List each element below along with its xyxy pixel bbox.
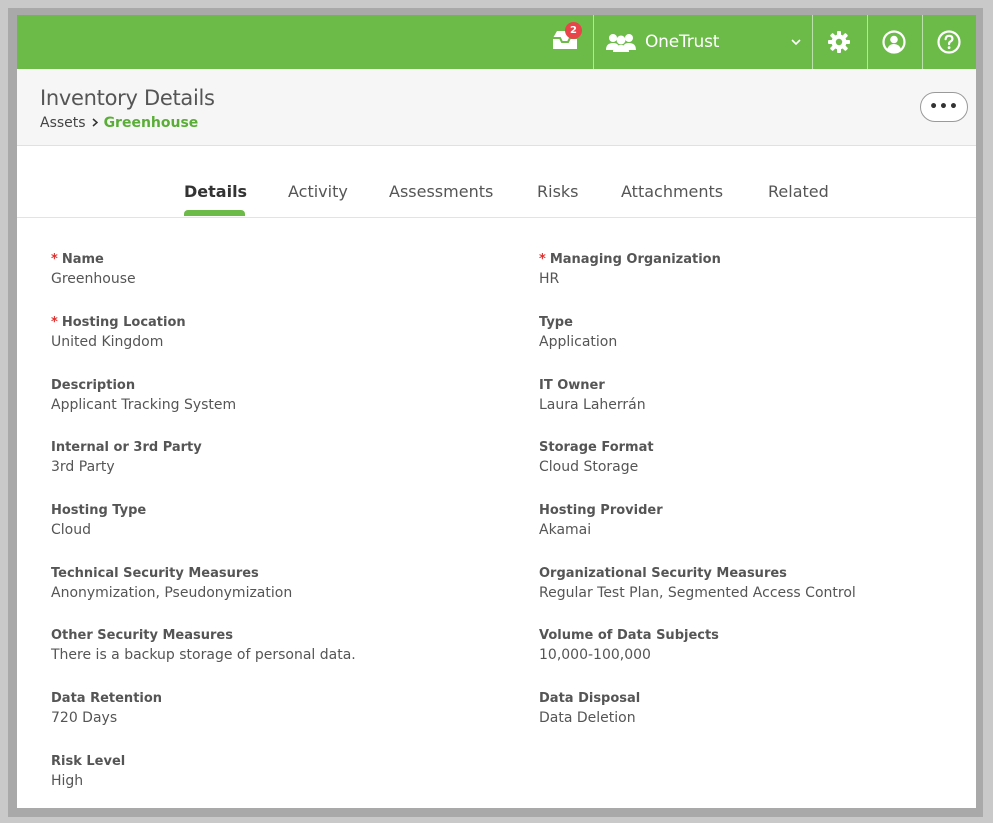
field-value: Cloud bbox=[51, 522, 91, 538]
field-value: Applicant Tracking System bbox=[51, 397, 237, 413]
field-label: * Hosting Location bbox=[51, 315, 186, 330]
field-value: Regular Test Plan, Segmented Access Cont… bbox=[539, 585, 856, 601]
field-risk-level: Risk Level High bbox=[51, 754, 125, 789]
field-label: Organizational Security Measures bbox=[539, 566, 787, 581]
field-value: 3rd Party bbox=[51, 459, 115, 475]
field-value: Akamai bbox=[539, 522, 592, 538]
field-value: United Kingdom bbox=[51, 334, 164, 350]
app-window: 2 OneTrust Inventory Details Assets Gree… bbox=[17, 15, 976, 808]
field-label: Data Disposal bbox=[539, 691, 641, 706]
field-value: Anonymization, Pseudonymization bbox=[51, 585, 293, 601]
tab-bar: Details Activity Assessments Risks Attac… bbox=[17, 146, 976, 218]
field-value: Greenhouse bbox=[51, 271, 136, 287]
field-label: Data Retention bbox=[51, 691, 163, 706]
field-value: Cloud Storage bbox=[539, 459, 639, 475]
user-profile-button[interactable] bbox=[867, 15, 921, 69]
required-marker: * bbox=[51, 252, 58, 267]
field-value: Application bbox=[539, 334, 618, 350]
field-label: Type bbox=[539, 315, 573, 330]
organization-switcher[interactable]: OneTrust bbox=[595, 15, 811, 69]
tab-assessments[interactable]: Assessments bbox=[389, 182, 493, 201]
field-type: Type Application bbox=[539, 315, 617, 350]
field-hosting-type: Hosting Type Cloud bbox=[51, 503, 146, 538]
field-description: Description Applicant Tracking System bbox=[51, 378, 236, 413]
page-header: Inventory Details Assets Greenhouse ••• bbox=[17, 69, 976, 146]
field-label: Hosting Type bbox=[51, 503, 147, 518]
field-it-owner: IT Owner Laura Laherrán bbox=[539, 378, 646, 413]
more-options-button[interactable]: ••• bbox=[920, 92, 968, 122]
page-title: Inventory Details bbox=[40, 86, 215, 110]
field-other-security-measures: Other Security Measures There is a backu… bbox=[51, 628, 356, 663]
field-label: Risk Level bbox=[51, 754, 126, 769]
help-icon bbox=[937, 30, 961, 54]
tab-related[interactable]: Related bbox=[768, 182, 829, 201]
field-hosting-location: * Hosting Location United Kingdom bbox=[51, 315, 186, 350]
field-value: Laura Laherrán bbox=[539, 397, 646, 413]
organization-name: OneTrust bbox=[645, 32, 720, 52]
divider bbox=[593, 15, 594, 69]
inbox-button[interactable]: 2 bbox=[539, 15, 591, 69]
field-internal-or-3rd-party: Internal or 3rd Party 3rd Party bbox=[51, 440, 202, 475]
tab-attachments[interactable]: Attachments bbox=[621, 182, 723, 201]
field-label: Technical Security Measures bbox=[51, 566, 259, 581]
chevron-right-icon bbox=[92, 116, 98, 131]
required-marker: * bbox=[539, 252, 546, 267]
help-button[interactable] bbox=[922, 15, 976, 69]
field-label: Internal or 3rd Party bbox=[51, 440, 202, 455]
active-tab-indicator bbox=[184, 210, 245, 216]
top-navigation-bar: 2 OneTrust bbox=[17, 15, 976, 69]
field-volume-of-data-subjects: Volume of Data Subjects 10,000-100,000 bbox=[539, 628, 719, 663]
field-label: Other Security Measures bbox=[51, 628, 233, 643]
field-technical-security-measures: Technical Security Measures Anonymizatio… bbox=[51, 566, 292, 601]
field-hosting-provider: Hosting Provider Akamai bbox=[539, 503, 663, 538]
field-data-retention: Data Retention 720 Days bbox=[51, 691, 162, 726]
field-label: Storage Format bbox=[539, 440, 654, 455]
user-circle-icon bbox=[882, 30, 906, 54]
field-label: Volume of Data Subjects bbox=[539, 628, 719, 643]
notification-badge: 2 bbox=[565, 22, 582, 39]
field-managing-organization: * Managing Organization HR bbox=[539, 252, 721, 287]
required-marker: * bbox=[51, 315, 58, 330]
field-name: * Name Greenhouse bbox=[51, 252, 136, 287]
tab-details[interactable]: Details bbox=[184, 182, 247, 201]
tab-risks[interactable]: Risks bbox=[537, 182, 579, 201]
field-value: High bbox=[51, 773, 84, 789]
tab-activity[interactable]: Activity bbox=[288, 182, 348, 201]
field-storage-format: Storage Format Cloud Storage bbox=[539, 440, 654, 475]
field-label: IT Owner bbox=[539, 378, 605, 393]
field-label: * Managing Organization bbox=[539, 252, 721, 267]
field-value: HR bbox=[539, 271, 560, 287]
field-label: * Name bbox=[51, 252, 104, 267]
breadcrumb-current: Greenhouse bbox=[103, 115, 199, 131]
settings-button[interactable] bbox=[812, 15, 866, 69]
field-data-disposal: Data Disposal Data Deletion bbox=[539, 691, 640, 726]
chevron-down-icon bbox=[791, 35, 801, 49]
breadcrumb-assets-link[interactable]: Assets bbox=[40, 115, 86, 131]
field-label: Description bbox=[51, 378, 136, 393]
field-value: There is a backup storage of personal da… bbox=[51, 647, 356, 663]
field-label: Hosting Provider bbox=[539, 503, 663, 518]
field-organizational-security-measures: Organizational Security Measures Regular… bbox=[539, 566, 856, 601]
breadcrumb: Assets Greenhouse bbox=[40, 115, 198, 131]
field-value: 10,000-100,000 bbox=[539, 647, 651, 663]
users-group-icon bbox=[605, 31, 637, 53]
field-value: Data Deletion bbox=[539, 710, 636, 726]
field-value: 720 Days bbox=[51, 710, 118, 726]
gear-icon bbox=[828, 31, 850, 53]
